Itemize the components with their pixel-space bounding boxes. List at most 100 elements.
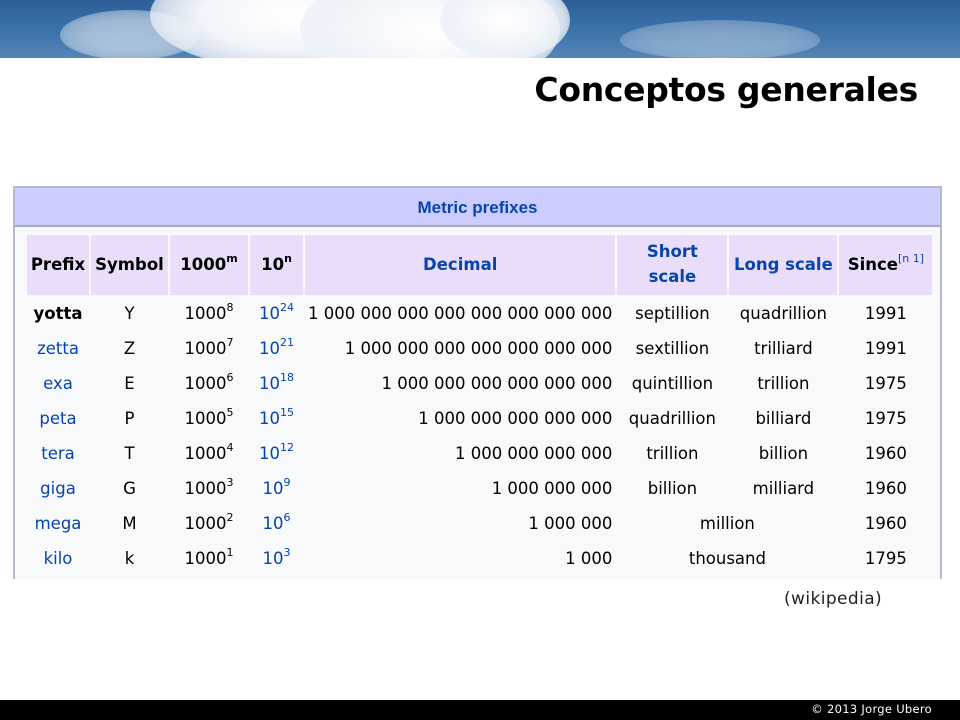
header-thousand-base: 1000 <box>180 254 227 274</box>
cell-since: 1975 <box>839 402 933 435</box>
header-thousand-power[interactable]: 1000m <box>170 235 248 295</box>
cell-decimal: 1 000 000 000 000 <box>305 437 616 470</box>
cell-ten-power[interactable]: 1015 <box>250 402 303 435</box>
cell-ten-power[interactable]: 1021 <box>250 332 303 365</box>
cell-symbol: G <box>91 472 168 505</box>
cell-ten-exponent: 3 <box>283 546 291 559</box>
table-row: zetta Z 10007 1021 1 000 000 000 000 000 000… <box>27 332 933 365</box>
cell-thousand-power: 10003 <box>170 472 248 505</box>
cell-short-scale: billion <box>617 472 728 505</box>
metric-prefixes-table: Prefix Symbol 1000m 10n Decimal Short sca… <box>25 233 934 577</box>
cell-thousand-power: 10007 <box>170 332 248 365</box>
cell-since: 1975 <box>839 367 933 400</box>
cell-long-scale: billion <box>729 437 838 470</box>
cell-thousand-power: 10004 <box>170 437 248 470</box>
cell-thousand-base: 1000 <box>184 409 227 428</box>
cell-since: 1991 <box>839 332 933 365</box>
cell-ten-power[interactable]: 103 <box>250 542 303 575</box>
cell-ten-power[interactable]: 1024 <box>250 297 303 330</box>
cell-decimal: 1 000 000 000 000 000 000 <box>305 367 616 400</box>
cell-prefix: yotta <box>27 297 89 330</box>
header-decimal[interactable]: Decimal <box>305 235 616 295</box>
cell-thousand-exponent: 3 <box>226 476 234 489</box>
cell-thousand-exponent: 8 <box>226 301 234 314</box>
cell-prefix[interactable]: kilo <box>27 542 89 575</box>
header-since-footnote-link[interactable]: [n 1] <box>898 252 924 265</box>
cell-thousand-base: 1000 <box>184 304 227 323</box>
cell-since: 1960 <box>839 472 933 505</box>
cell-ten-exponent: 9 <box>283 476 291 489</box>
table-body: yotta Y 10008 1024 1 000 000 000 000 000 000… <box>27 297 933 575</box>
cell-prefix[interactable]: tera <box>27 437 89 470</box>
cell-symbol: T <box>91 437 168 470</box>
table-caption[interactable]: Metric prefixes <box>15 188 940 227</box>
cell-thousand-exponent: 5 <box>226 406 234 419</box>
cell-thousand-exponent: 7 <box>226 336 234 349</box>
cell-decimal: 1 000 000 <box>305 507 616 540</box>
header-since-label: Since <box>847 254 898 274</box>
cell-long-scale: trilliard <box>729 332 838 365</box>
cell-thousand-power: 10002 <box>170 507 248 540</box>
cell-prefix[interactable]: peta <box>27 402 89 435</box>
header-since[interactable]: Since[n 1] <box>839 235 933 295</box>
cell-thousand-base: 1000 <box>184 444 227 463</box>
cell-prefix[interactable]: zetta <box>27 332 89 365</box>
cell-ten-base: 10 <box>259 409 280 428</box>
header-ten-exponent: n <box>284 251 292 265</box>
header-short-scale-line1: Short <box>646 242 698 262</box>
cell-ten-exponent: 12 <box>280 441 294 454</box>
cell-thousand-exponent: 4 <box>226 441 234 454</box>
cell-ten-exponent: 21 <box>280 336 294 349</box>
table-header-row: Prefix Symbol 1000m 10n Decimal Short sca… <box>27 235 933 295</box>
cell-decimal: 1 000 <box>305 542 616 575</box>
cell-decimal: 1 000 000 000 000 000 000 000 <box>305 332 616 365</box>
cell-ten-base: 10 <box>262 549 284 568</box>
cell-ten-power[interactable]: 1012 <box>250 437 303 470</box>
cell-thousand-exponent: 1 <box>226 546 234 559</box>
cell-ten-power[interactable]: 109 <box>250 472 303 505</box>
copyright-text: © 2013 Jorge Ubero <box>811 702 932 716</box>
cell-short-scale: trillion <box>617 437 728 470</box>
cell-ten-base: 10 <box>259 374 280 393</box>
cell-ten-exponent: 24 <box>280 301 294 314</box>
cell-long-scale: quadrillion <box>729 297 838 330</box>
cell-decimal: 1 000 000 000 000 000 <box>305 402 616 435</box>
cell-long-scale: milliard <box>729 472 838 505</box>
cell-long-scale: billiard <box>729 402 838 435</box>
header-short-scale-line2: scale <box>648 267 697 286</box>
header-symbol[interactable]: Symbol <box>91 235 168 295</box>
cell-thousand-base: 1000 <box>184 339 227 358</box>
header-prefix[interactable]: Prefix <box>27 235 89 295</box>
header-long-scale[interactable]: Long scale <box>729 235 838 295</box>
sky-banner <box>0 0 960 58</box>
cell-ten-power[interactable]: 106 <box>250 507 303 540</box>
cell-thousand-base: 1000 <box>184 479 227 498</box>
cell-ten-exponent: 18 <box>280 371 294 384</box>
header-short-scale[interactable]: Short scale <box>617 235 728 295</box>
table-row: giga G 10003 109 1 000 000 000 billion milliar… <box>27 472 933 505</box>
cell-symbol: Z <box>91 332 168 365</box>
cell-short-scale: quintillion <box>617 367 728 400</box>
cell-prefix[interactable]: giga <box>27 472 89 505</box>
cell-ten-exponent: 15 <box>280 406 294 419</box>
table-row: tera T 10004 1012 1 000 000 000 000 trillion b… <box>27 437 933 470</box>
cell-decimal: 1 000 000 000 <box>305 472 616 505</box>
header-ten-power[interactable]: 10n <box>250 235 303 295</box>
cell-thousand-exponent: 2 <box>226 511 234 524</box>
cell-since: 1960 <box>839 507 933 540</box>
cell-prefix[interactable]: mega <box>27 507 89 540</box>
cell-thousand-base: 1000 <box>184 514 227 533</box>
cell-ten-power[interactable]: 1018 <box>250 367 303 400</box>
cell-ten-base: 10 <box>262 514 284 533</box>
cell-ten-base: 10 <box>259 444 280 463</box>
cell-since: 1960 <box>839 437 933 470</box>
source-note: (wikipedia) <box>784 589 883 609</box>
cell-prefix[interactable]: exa <box>27 367 89 400</box>
cell-decimal: 1 000 000 000 000 000 000 000 000 <box>305 297 616 330</box>
cell-symbol: k <box>91 542 168 575</box>
cell-thousand-power: 10008 <box>170 297 248 330</box>
cell-thousand-power: 10005 <box>170 402 248 435</box>
cell-ten-exponent: 6 <box>283 511 291 524</box>
cell-thousand-power: 10006 <box>170 367 248 400</box>
footer-bar: © 2013 Jorge Ubero <box>0 700 960 720</box>
